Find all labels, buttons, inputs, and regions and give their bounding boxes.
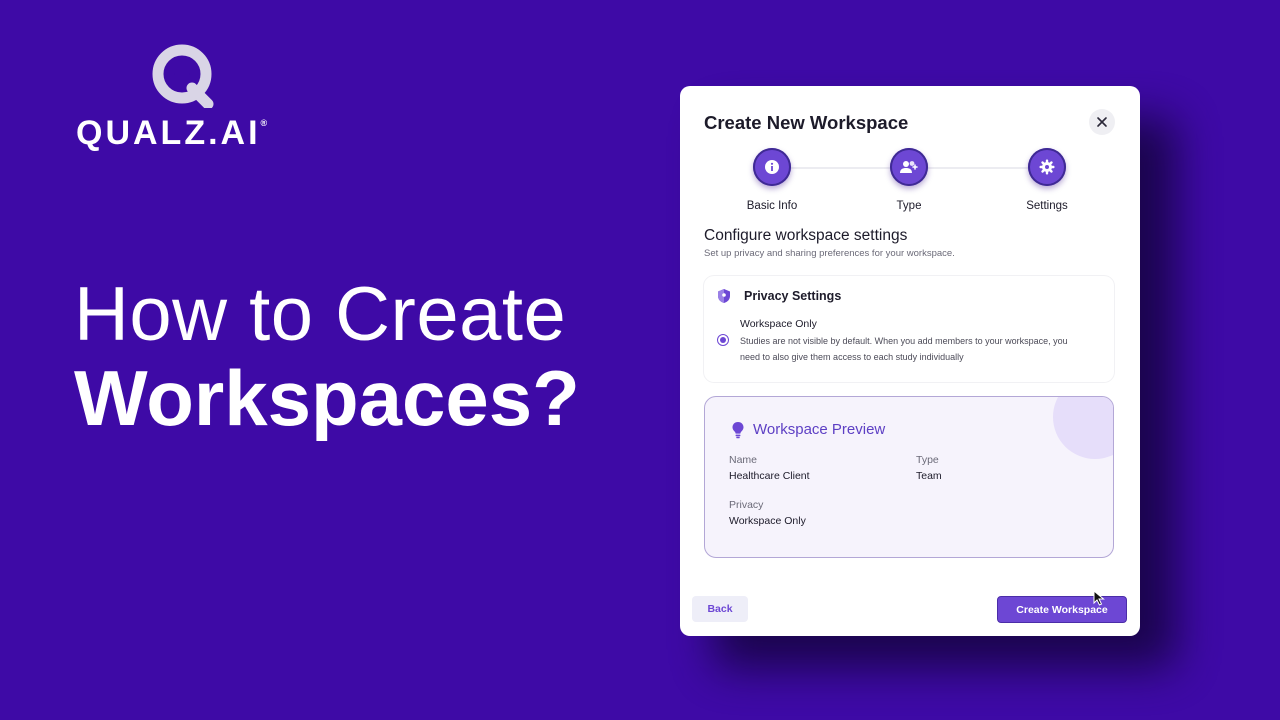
preview-type-value: Team	[916, 470, 942, 482]
preview-privacy-label: Privacy	[729, 499, 764, 511]
close-icon	[1097, 117, 1107, 127]
preview-type-label: Type	[916, 454, 939, 466]
section-subtitle: Set up privacy and sharing preferences f…	[704, 248, 955, 259]
create-workspace-button[interactable]: Create Workspace	[997, 596, 1127, 623]
brand-name: QUALZ.AI®	[76, 114, 268, 152]
headline-line-1: How to Create	[74, 272, 567, 357]
step-circle	[890, 148, 928, 186]
section-title: Configure workspace settings	[704, 227, 908, 244]
privacy-settings-title: Privacy Settings	[744, 289, 842, 303]
shield-icon	[718, 289, 730, 303]
preview-name-value: Healthcare Client	[729, 470, 810, 482]
video-headline: How to Create Workspaces?	[74, 272, 580, 442]
preview-privacy-value: Workspace Only	[729, 515, 806, 527]
preview-title: Workspace Preview	[753, 421, 886, 438]
modal-title: Create New Workspace	[704, 112, 909, 133]
back-button[interactable]: Back	[692, 596, 748, 622]
step-circle	[1028, 148, 1066, 186]
option-title[interactable]: Workspace Only	[740, 318, 817, 330]
radio-selected-dot	[720, 337, 726, 343]
q-sparkle-icon	[152, 44, 214, 108]
preview-name-label: Name	[729, 454, 758, 466]
lightbulb-icon	[732, 422, 744, 439]
workspace-only-radio[interactable]	[717, 334, 729, 346]
headline-line-2: Workspaces?	[74, 354, 580, 442]
users-icon	[900, 161, 918, 173]
workspace-preview-card: Workspace Preview Name Healthcare Client…	[704, 396, 1114, 558]
create-workspace-modal: Create New Workspace Basic Info Type Set…	[680, 86, 1140, 636]
step-circle	[753, 148, 791, 186]
step-label: Settings	[1026, 200, 1068, 212]
step-type[interactable]: Type	[854, 148, 964, 212]
mouse-cursor-icon	[1093, 590, 1105, 606]
info-icon	[765, 160, 779, 174]
brand-logo: QUALZ.AI®	[76, 44, 296, 154]
gear-icon	[1039, 159, 1055, 175]
trademark-mark: ®	[260, 118, 268, 128]
close-button[interactable]	[1089, 109, 1115, 135]
step-basic-info[interactable]: Basic Info	[717, 148, 827, 212]
step-label: Type	[896, 200, 922, 212]
option-description: Studies are not visible by default. When…	[740, 336, 1068, 362]
privacy-settings-card: Privacy Settings Workspace Only Studies …	[704, 276, 1114, 382]
step-label: Basic Info	[746, 200, 798, 212]
step-settings[interactable]: Settings	[992, 148, 1102, 212]
decorative-bubble	[1053, 397, 1113, 459]
